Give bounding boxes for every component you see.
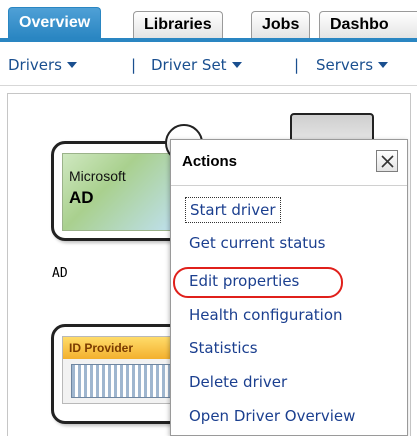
tab-bar: Overview Libraries Jobs Dashbo — [0, 0, 417, 42]
tab-jobs[interactable]: Jobs — [251, 11, 311, 38]
chevron-down-icon — [378, 62, 389, 68]
actions-popup-title: Actions — [182, 153, 238, 170]
action-edit-properties[interactable]: Edit properties — [185, 269, 303, 295]
tab-libraries[interactable]: Libraries — [133, 11, 223, 38]
action-delete-driver[interactable]: Delete driver — [185, 370, 291, 396]
driver-caption-ad: AD — [52, 266, 68, 281]
microsoft-ad-logo: Microsoft AD — [62, 153, 178, 231]
driver-card-ad[interactable]: Microsoft AD — [51, 141, 187, 241]
menu-separator: | — [131, 56, 137, 74]
servers-menu-label: Servers — [316, 56, 374, 74]
action-start-driver[interactable]: Start driver — [185, 197, 281, 223]
driver-set-menu[interactable]: Driver Set — [151, 56, 242, 74]
driver-card-id-provider[interactable]: ID Provider — [51, 324, 187, 424]
tab-overview[interactable]: Overview — [8, 7, 102, 38]
actions-popup-header: Actions — [171, 140, 407, 186]
tab-dashboard[interactable]: Dashbo — [319, 11, 417, 38]
actions-popup: Actions Start driver Get current status … — [170, 139, 408, 436]
drivers-menu-label: Drivers — [8, 56, 62, 74]
menu-separator: | — [294, 56, 300, 74]
close-button[interactable] — [376, 150, 398, 172]
id-provider-logo: ID Provider — [62, 336, 179, 404]
ad-logo-line1: Microsoft — [69, 168, 126, 184]
drivers-menu[interactable]: Drivers — [8, 56, 77, 74]
action-statistics[interactable]: Statistics — [185, 336, 262, 362]
action-open-driver-overview[interactable]: Open Driver Overview — [185, 404, 359, 430]
id-card-graphic — [71, 364, 171, 398]
driver-set-menu-label: Driver Set — [151, 56, 227, 74]
id-provider-logo-text: ID Provider — [63, 337, 179, 359]
menu-bar: Drivers | Driver Set | Servers — [0, 46, 417, 86]
chevron-down-icon — [231, 62, 242, 68]
ad-logo-line2: AD — [69, 188, 94, 207]
chevron-down-icon — [66, 62, 77, 68]
servers-menu[interactable]: Servers — [316, 56, 389, 74]
action-health-configuration[interactable]: Health configuration — [185, 303, 347, 329]
action-get-current-status[interactable]: Get current status — [185, 231, 329, 257]
close-icon — [381, 155, 394, 168]
